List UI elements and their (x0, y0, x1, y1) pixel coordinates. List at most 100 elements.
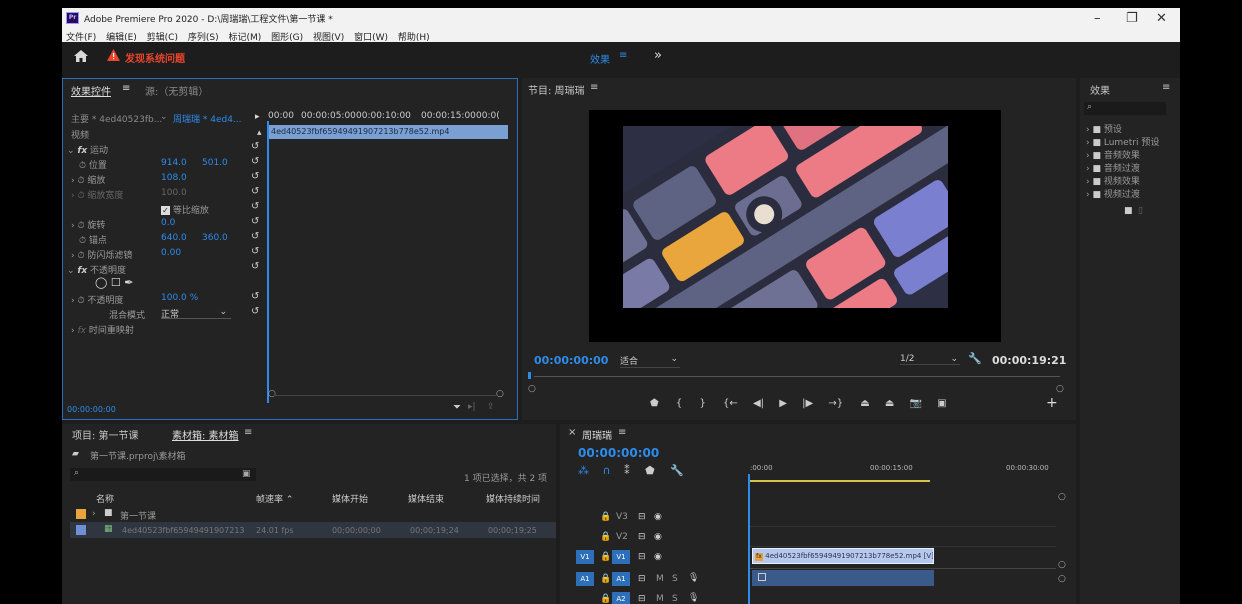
panel-menu-icon[interactable]: ≡ (244, 427, 252, 438)
add-marker-icon[interactable]: ⬟ (645, 464, 655, 477)
menu-clip[interactable]: 剪辑(C) (147, 33, 178, 43)
ec-current-timecode[interactable]: 00:00:00:00 (67, 405, 116, 414)
menu-window[interactable]: 窗口(W) (354, 33, 388, 43)
mute-button[interactable]: M (656, 594, 664, 604)
col-fps[interactable]: 帧速率 ⌃ (256, 492, 293, 505)
delete-icon[interactable]: ▯ (1138, 206, 1143, 216)
menu-marker[interactable]: 标记(M) (228, 33, 261, 43)
more-workspaces-icon[interactable]: » (654, 48, 662, 63)
project-search-input[interactable]: ⌕ (70, 468, 256, 481)
system-issue-link[interactable]: 发现系统问题 (125, 50, 185, 65)
chevron-down-icon[interactable]: ⌄ (160, 112, 168, 122)
go-to-out-icon[interactable]: →} (828, 398, 843, 409)
new-bin-from-search-icon[interactable]: ▣ (242, 469, 251, 479)
timeline-ruler[interactable]: :00:00 00:00:15:00 00:00:30:00 (750, 454, 1056, 482)
opacity-effect-row[interactable]: ⌄ fx 不透明度 (67, 263, 126, 276)
reset-icon[interactable]: ↺ (251, 216, 259, 227)
tab-effect-controls[interactable]: 效果控件 (71, 83, 111, 98)
timeline-tab[interactable]: 周瑞瑞 (582, 427, 612, 442)
linked-selection-icon[interactable]: ⁑ (624, 464, 630, 477)
vertical-zoom-handle[interactable]: ○ (1058, 574, 1066, 584)
effects-folder-lumetri[interactable]: › ■ Lumetri 预设 (1086, 135, 1159, 148)
menu-sequence[interactable]: 序列(S) (188, 33, 219, 43)
video-preview[interactable] (535, 8, 1043, 436)
col-media-end[interactable]: 媒体结束 (408, 492, 444, 505)
time-remap-row[interactable]: › fx 时间重映射 (71, 323, 134, 336)
reset-icon[interactable]: ↺ (251, 306, 259, 317)
reset-icon[interactable]: ↺ (251, 141, 259, 152)
col-media-start[interactable]: 媒体开始 (332, 492, 368, 505)
pen-mask-icon[interactable]: ✒ (124, 276, 133, 289)
reset-icon[interactable]: ↺ (251, 201, 259, 212)
tab-project[interactable]: 项目: 第一节课 (72, 427, 139, 442)
zoom-handle-left[interactable]: ○ (528, 384, 536, 394)
track-target-a2[interactable]: A2 (612, 592, 630, 604)
stopwatch-icon[interactable]: ⏱ (77, 221, 84, 231)
program-scrubber[interactable] (528, 372, 1062, 386)
stopwatch-icon[interactable]: ⏱ (77, 176, 84, 186)
audio-clip[interactable] (752, 570, 934, 586)
reset-icon[interactable]: ↺ (251, 261, 259, 272)
mark-out-icon[interactable]: } (699, 398, 705, 409)
effects-panel-title[interactable]: 效果 (1090, 82, 1110, 97)
video-clip[interactable]: fx 4ed40523fbf65949491907213b778e52.mp4 … (752, 548, 934, 564)
reset-icon[interactable]: ↺ (251, 156, 259, 167)
microphone-icon[interactable]: 🎙 (688, 573, 699, 583)
table-row[interactable]: › ■ 第一节课 (70, 506, 556, 522)
effects-folder-audio-transitions[interactable]: › ■ 音频过渡 (1086, 161, 1140, 174)
uniform-scale-checkbox[interactable]: ✓ (161, 206, 170, 215)
snap-magnet-icon[interactable]: ∩ (603, 464, 611, 477)
zoom-handle-right[interactable]: ○ (1056, 384, 1064, 394)
step-back-icon[interactable]: ◀| (753, 398, 764, 409)
stopwatch-icon[interactable]: ⏱ (77, 251, 84, 261)
col-name[interactable]: 名称 (96, 492, 114, 505)
timeline-settings-icon[interactable]: 🔧 (670, 464, 684, 477)
close-tab-icon[interactable]: × (568, 427, 576, 438)
sync-lock-icon[interactable]: ⊟ (638, 532, 646, 542)
collapse-up-icon[interactable]: ▴ (257, 128, 262, 138)
export-frame-icon[interactable]: 📷 (910, 398, 922, 409)
scale-value[interactable]: 108.0 (161, 173, 187, 183)
sync-lock-icon[interactable]: ⊟ (638, 574, 646, 584)
nest-toggle-icon[interactable]: ⁂ (578, 464, 589, 477)
program-monitor-title[interactable]: 节目: 周瑞瑞 (528, 82, 585, 97)
fit-select[interactable]: 适合 ⌄ (620, 354, 680, 368)
play-icon[interactable]: ▶ (779, 398, 787, 409)
menu-help[interactable]: 帮助(H) (398, 33, 430, 43)
tab-source[interactable]: 源:（无剪辑） (145, 83, 208, 98)
panel-menu-icon[interactable]: ≡ (618, 427, 626, 438)
lock-icon[interactable]: 🔒 (600, 512, 611, 522)
timeline-timecode[interactable]: 00:00:00:00 (578, 446, 659, 460)
effects-folder-video-effects[interactable]: › ■ 视频效果 (1086, 174, 1140, 187)
source-patch-v1[interactable]: V1 (576, 550, 594, 564)
export-frame-icon[interactable]: ⇪ (487, 402, 495, 412)
close-button[interactable]: ✕ (1156, 11, 1167, 26)
add-button-icon[interactable]: + (1046, 395, 1058, 411)
menu-view[interactable]: 视图(V) (313, 33, 344, 43)
flicker-value[interactable]: 0.00 (161, 248, 181, 258)
program-timecode[interactable]: 00:00:00:00 (534, 354, 608, 367)
blend-mode-select[interactable]: 正常 ⌄ (161, 307, 231, 320)
vertical-zoom-handle[interactable]: ○ (1058, 560, 1066, 570)
label-color-swatch[interactable] (76, 525, 86, 535)
add-marker-icon[interactable]: ⬟ (650, 398, 659, 409)
work-area-bar[interactable] (750, 480, 930, 482)
source-patch-a1[interactable]: A1 (576, 572, 594, 586)
effects-search-input[interactable]: ⌕ (1084, 102, 1166, 115)
panel-menu-icon[interactable]: ≡ (122, 83, 130, 94)
stopwatch-icon[interactable]: ⏱ (77, 296, 84, 306)
reset-icon[interactable]: ↺ (251, 171, 259, 182)
lock-icon[interactable]: 🔒 (600, 552, 611, 562)
effects-folder-audio-effects[interactable]: › ■ 音频效果 (1086, 148, 1140, 161)
resolution-select[interactable]: 1/2 ⌄ (900, 354, 960, 365)
sync-lock-icon[interactable]: ⊟ (638, 512, 646, 522)
vertical-zoom-handle[interactable]: ○ (1058, 492, 1066, 502)
settings-wrench-icon[interactable]: 🔧 (968, 352, 982, 365)
go-to-in-icon[interactable]: {← (723, 398, 738, 409)
reset-icon[interactable]: ↺ (251, 231, 259, 242)
chevron-right-icon[interactable]: › (92, 509, 96, 519)
lock-icon[interactable]: 🔒 (600, 532, 611, 542)
ec-clip-bar[interactable]: 4ed40523fbf65949491907213b778e52.mp4 (268, 125, 508, 139)
sync-lock-icon[interactable]: ⊟ (638, 594, 646, 604)
tab-bin[interactable]: 素材箱: 素材箱 (172, 427, 239, 442)
